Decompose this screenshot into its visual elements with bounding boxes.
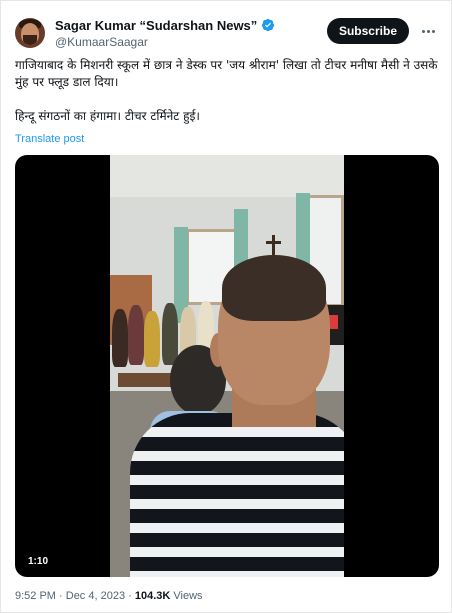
tweet-paragraph-1: गाजियाबाद के मिशनरी स्कूल में छात्र ने ड…	[15, 58, 438, 89]
translate-post-link[interactable]: Translate post	[15, 133, 84, 145]
author-display-name[interactable]: Sagar Kumar “Sudarshan News”	[55, 18, 257, 33]
views-count: 104.3K	[134, 590, 171, 602]
tweet-paragraph-2: हिन्दू संगठनों का हंगामा। टीचर टर्मिनेट …	[15, 109, 200, 123]
tweet-date[interactable]: Dec 4, 2023	[66, 590, 125, 602]
author-info: Sagar Kumar “Sudarshan News” @KumaarSaag…	[55, 18, 275, 49]
tweet-meta: 9:52 PM · Dec 4, 2023 · 104.3K Views	[15, 590, 203, 602]
subscribe-button[interactable]: Subscribe	[326, 18, 409, 44]
meta-separator: ·	[55, 590, 66, 602]
verified-badge-icon	[262, 18, 275, 32]
video-player[interactable]: 1:10	[15, 155, 439, 577]
tweet-text: गाजियाबाद के मिशनरी स्कूल में छात्र ने ड…	[15, 57, 439, 125]
meta-separator-2: ·	[125, 590, 135, 602]
author-handle[interactable]: @KumaarSaagar	[55, 35, 275, 49]
video-duration-badge: 1:10	[23, 554, 54, 569]
tweet-card: Sagar Kumar “Sudarshan News” @KumaarSaag…	[0, 0, 452, 613]
tweet-header: Sagar Kumar “Sudarshan News” @KumaarSaag…	[15, 15, 437, 51]
tweet-time[interactable]: 9:52 PM	[15, 590, 56, 602]
avatar[interactable]	[15, 18, 45, 48]
video-frame	[110, 155, 344, 577]
more-options-icon[interactable]	[419, 23, 437, 39]
views-label: Views	[173, 590, 203, 602]
